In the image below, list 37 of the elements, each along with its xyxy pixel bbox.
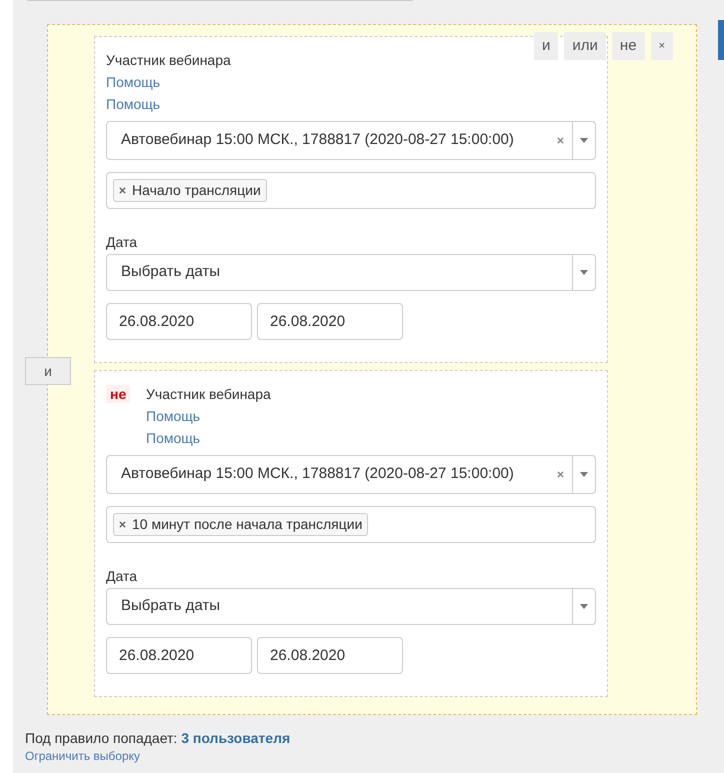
logic-button[interactable]: и <box>534 32 558 60</box>
date-label: Дата <box>106 233 138 252</box>
date-label: Дата <box>106 567 138 586</box>
clear-icon[interactable] <box>119 187 126 194</box>
date-to-field[interactable]: 26.08.2020 <box>257 637 403 674</box>
webinar-select[interactable]: Автовебинар 15:00 МСК., 1788817 (2020-08-27 15:00:00) <box>106 455 596 494</box>
help-link[interactable]: Помощь <box>146 405 200 427</box>
help-link[interactable]: Помощь <box>106 71 160 93</box>
date-to-field[interactable]: 26.08.2020 <box>257 303 403 340</box>
join-button[interactable]: и <box>25 357 71 385</box>
result-summary: Под правило попадает: 3 пользователя <box>25 729 292 748</box>
clear-icon[interactable] <box>557 137 564 144</box>
date-from-field[interactable]: 26.08.2020 <box>106 303 252 340</box>
caret-icon[interactable] <box>580 472 588 477</box>
close-button[interactable]: × <box>650 32 673 60</box>
date-from-field[interactable]: 26.08.2020 <box>106 637 252 674</box>
tags-field[interactable]: Начало трансляции <box>106 172 596 209</box>
condition-title: Участник вебинара <box>106 51 231 70</box>
clear-icon[interactable] <box>557 471 564 478</box>
logic-button[interactable]: или <box>564 32 606 60</box>
caret-icon[interactable] <box>580 604 588 609</box>
tag-chip: Начало трансляции <box>113 179 267 202</box>
tag-chip: 10 минут после начала трансляции <box>113 513 368 536</box>
help-link[interactable]: Помощь <box>106 93 160 115</box>
tags-field[interactable]: 10 минут после начала трансляции <box>106 506 596 543</box>
help-link[interactable]: Помощь <box>146 427 200 449</box>
clear-icon[interactable] <box>119 521 126 528</box>
date-select[interactable]: Выбрать даты <box>106 254 596 291</box>
caret-icon[interactable] <box>580 138 588 143</box>
condition-title: Участник вебинара <box>146 385 271 404</box>
date-select[interactable]: Выбрать даты <box>106 588 596 625</box>
negation-badge: не <box>106 385 130 403</box>
logic-button[interactable]: не <box>612 32 645 60</box>
side-bar <box>718 20 724 60</box>
webinar-select[interactable]: Автовебинар 15:00 МСК., 1788817 (2020-08-27 15:00:00) <box>106 121 596 160</box>
caret-icon[interactable] <box>580 270 588 275</box>
limit-link[interactable]: Ограничить выборку <box>25 748 140 764</box>
